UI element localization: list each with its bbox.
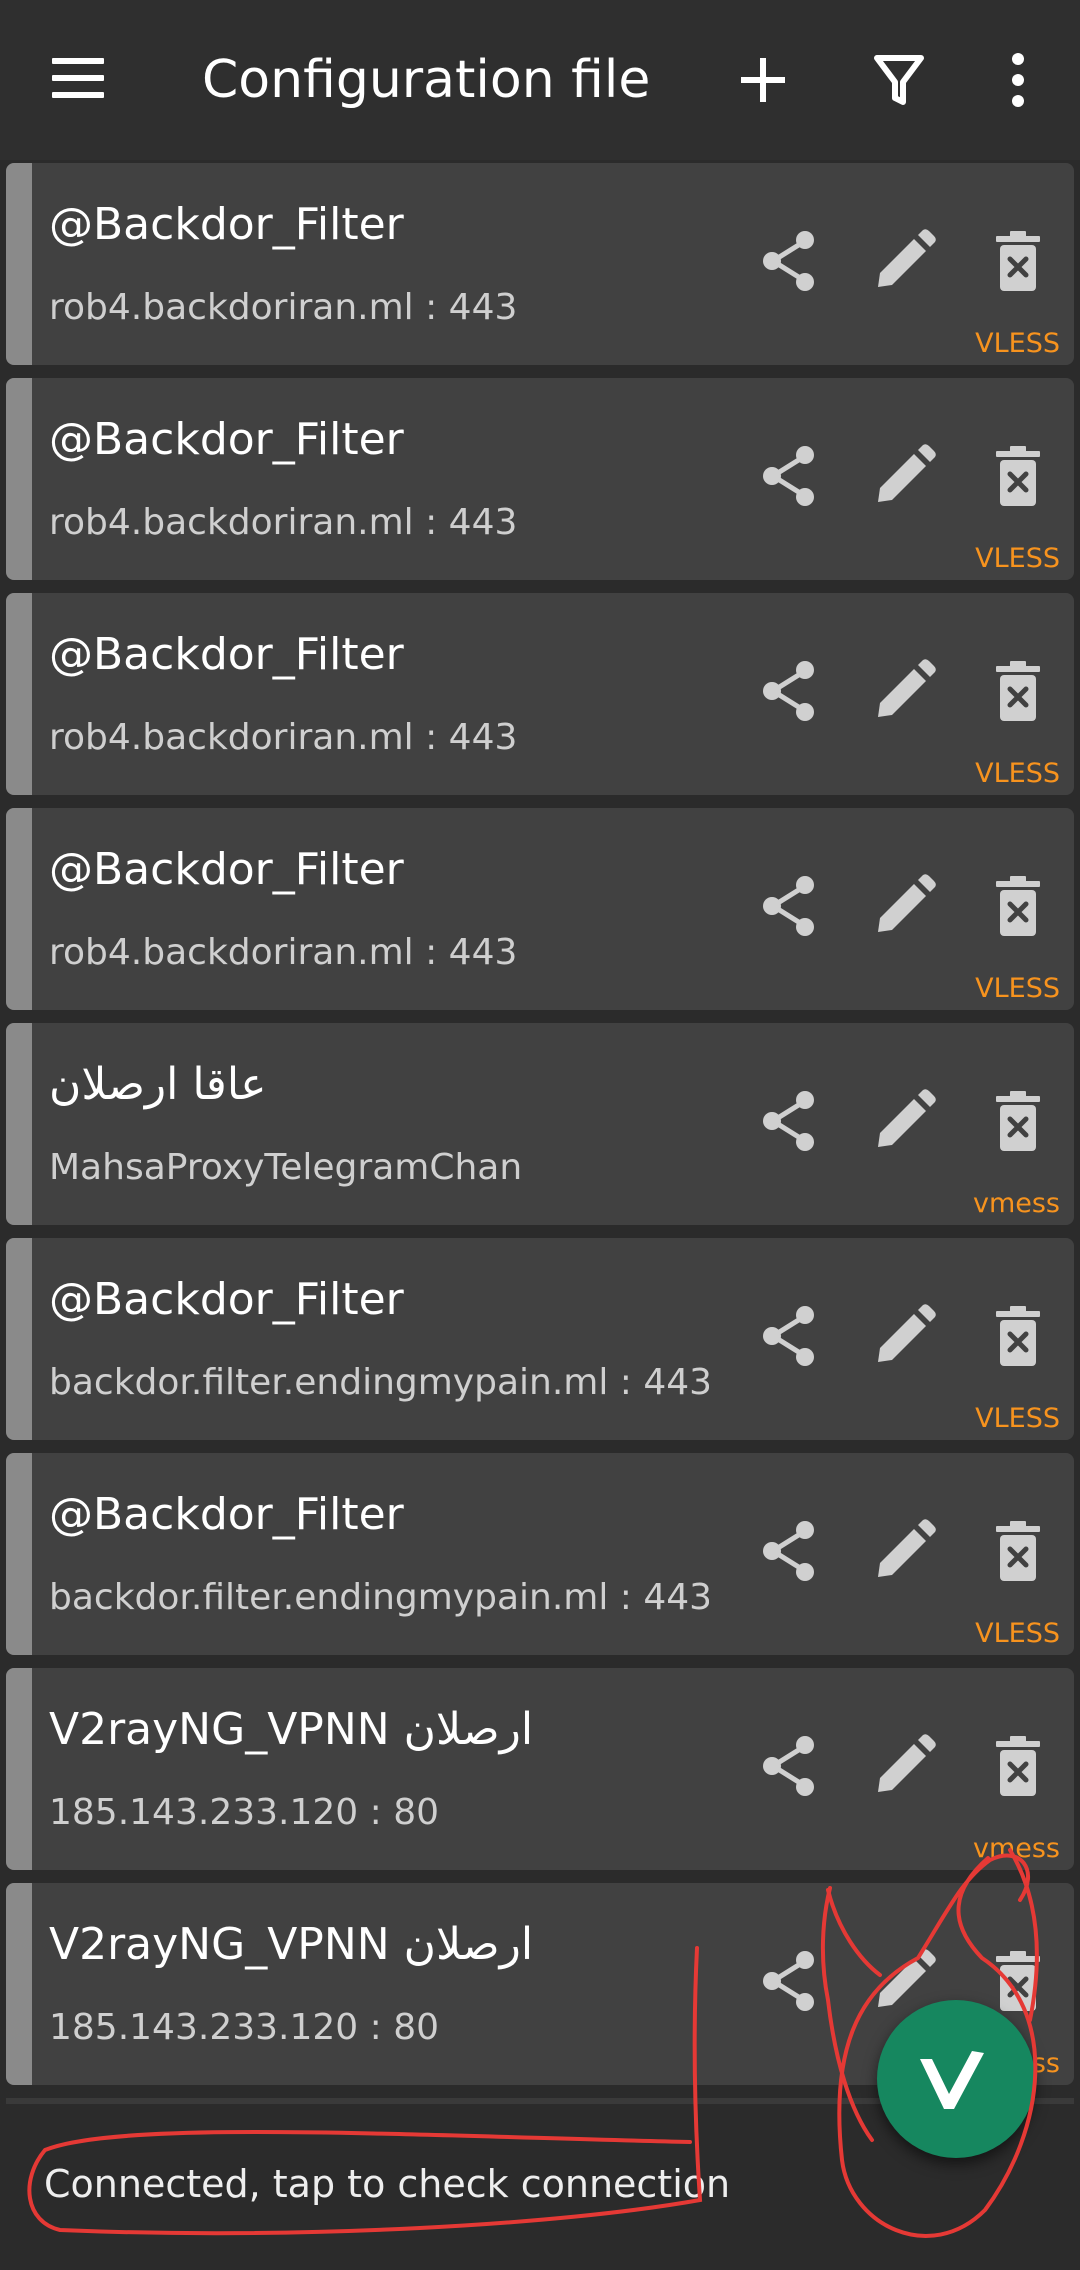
server-card[interactable]: عاقا ارصلان MahsaProxyTelegramChan vmess	[6, 1023, 1074, 1225]
selection-indicator	[6, 1453, 32, 1655]
server-card[interactable]: V2rayNG_VPNN ارصلان 185.143.233.120 : 80 v…	[6, 1668, 1074, 1870]
edit-icon[interactable]	[866, 868, 942, 944]
more-vert-icon[interactable]	[982, 44, 1054, 116]
page-title: Configuration file	[202, 50, 651, 110]
server-address: backdor.filter.endingmypain.ml : 443	[49, 1577, 709, 1618]
delete-icon[interactable]	[980, 223, 1056, 299]
share-icon[interactable]	[751, 223, 827, 299]
connection-status-text[interactable]: Connected, tap to check connection	[44, 2160, 730, 2208]
server-card[interactable]: @Backdor_Filter rob4.backdoriran.ml : 443…	[6, 163, 1074, 365]
server-card[interactable]: @Backdor_Filter rob4.backdoriran.ml : 443…	[6, 808, 1074, 1010]
edit-icon[interactable]	[866, 1728, 942, 1804]
server-name: @Backdor_Filter	[49, 629, 404, 680]
add-icon[interactable]	[727, 44, 799, 116]
share-icon[interactable]	[751, 1728, 827, 1804]
hamburger-menu-icon[interactable]	[50, 56, 106, 100]
edit-icon[interactable]	[866, 1513, 942, 1589]
delete-icon[interactable]	[980, 1298, 1056, 1374]
protocol-label: vmess	[972, 1833, 1060, 1864]
protocol-label: VLESS	[975, 543, 1060, 574]
server-address: rob4.backdoriran.ml : 443	[49, 932, 518, 973]
delete-icon[interactable]	[980, 438, 1056, 514]
app-bar: Configuration file	[0, 0, 1080, 160]
share-icon[interactable]	[751, 1513, 827, 1589]
server-address: 185.143.233.120 : 80	[49, 1792, 440, 1833]
delete-icon[interactable]	[980, 653, 1056, 729]
delete-icon[interactable]	[980, 1513, 1056, 1589]
share-icon[interactable]	[751, 1083, 827, 1159]
server-name: عاقا ارصلان	[49, 1059, 267, 1110]
share-icon[interactable]	[751, 1943, 827, 2019]
selection-indicator	[6, 1883, 32, 2085]
server-address: MahsaProxyTelegramChan	[49, 1147, 523, 1188]
selection-indicator	[6, 163, 32, 365]
share-icon[interactable]	[751, 438, 827, 514]
share-icon[interactable]	[751, 868, 827, 944]
server-address: rob4.backdoriran.ml : 443	[49, 717, 518, 758]
server-name: V2rayNG_VPNN ارصلان	[49, 1919, 534, 1970]
server-name: @Backdor_Filter	[49, 199, 404, 250]
protocol-label: VLESS	[975, 1618, 1060, 1649]
v2ray-logo-icon	[920, 2051, 984, 2109]
server-name: @Backdor_Filter	[49, 414, 404, 465]
connect-fab[interactable]	[877, 2000, 1035, 2158]
server-name: V2rayNG_VPNN ارصلان	[49, 1704, 534, 1755]
selection-indicator	[6, 593, 32, 795]
selection-indicator	[6, 808, 32, 1010]
protocol-label: VLESS	[975, 973, 1060, 1004]
selection-indicator	[6, 378, 32, 580]
protocol-label: VLESS	[975, 328, 1060, 359]
delete-icon[interactable]	[980, 868, 1056, 944]
edit-icon[interactable]	[866, 653, 942, 729]
filter-icon[interactable]	[863, 44, 935, 116]
protocol-label: VLESS	[975, 758, 1060, 789]
server-address: rob4.backdoriran.ml : 443	[49, 502, 518, 543]
selection-indicator	[6, 1668, 32, 1870]
server-name: @Backdor_Filter	[49, 1489, 404, 1540]
selection-indicator	[6, 1238, 32, 1440]
protocol-label: VLESS	[975, 1403, 1060, 1434]
delete-icon[interactable]	[980, 1728, 1056, 1804]
server-name: @Backdor_Filter	[49, 1274, 404, 1325]
server-card[interactable]: @Backdor_Filter backdor.filter.endingmypa…	[6, 1453, 1074, 1655]
edit-icon[interactable]	[866, 1083, 942, 1159]
server-card[interactable]: @Backdor_Filter rob4.backdoriran.ml : 443…	[6, 593, 1074, 795]
server-address: rob4.backdoriran.ml : 443	[49, 287, 518, 328]
selection-indicator	[6, 1023, 32, 1225]
delete-icon[interactable]	[980, 1083, 1056, 1159]
edit-icon[interactable]	[866, 1298, 942, 1374]
protocol-label: vmess	[972, 1188, 1060, 1219]
edit-icon[interactable]	[866, 438, 942, 514]
share-icon[interactable]	[751, 1298, 827, 1374]
server-card[interactable]: @Backdor_Filter rob4.backdoriran.ml : 443…	[6, 378, 1074, 580]
server-card[interactable]: @Backdor_Filter backdor.filter.endingmypa…	[6, 1238, 1074, 1440]
server-address: backdor.filter.endingmypain.ml : 443	[49, 1362, 709, 1403]
server-address: 185.143.233.120 : 80	[49, 2007, 440, 2048]
edit-icon[interactable]	[866, 223, 942, 299]
server-name: @Backdor_Filter	[49, 844, 404, 895]
share-icon[interactable]	[751, 653, 827, 729]
